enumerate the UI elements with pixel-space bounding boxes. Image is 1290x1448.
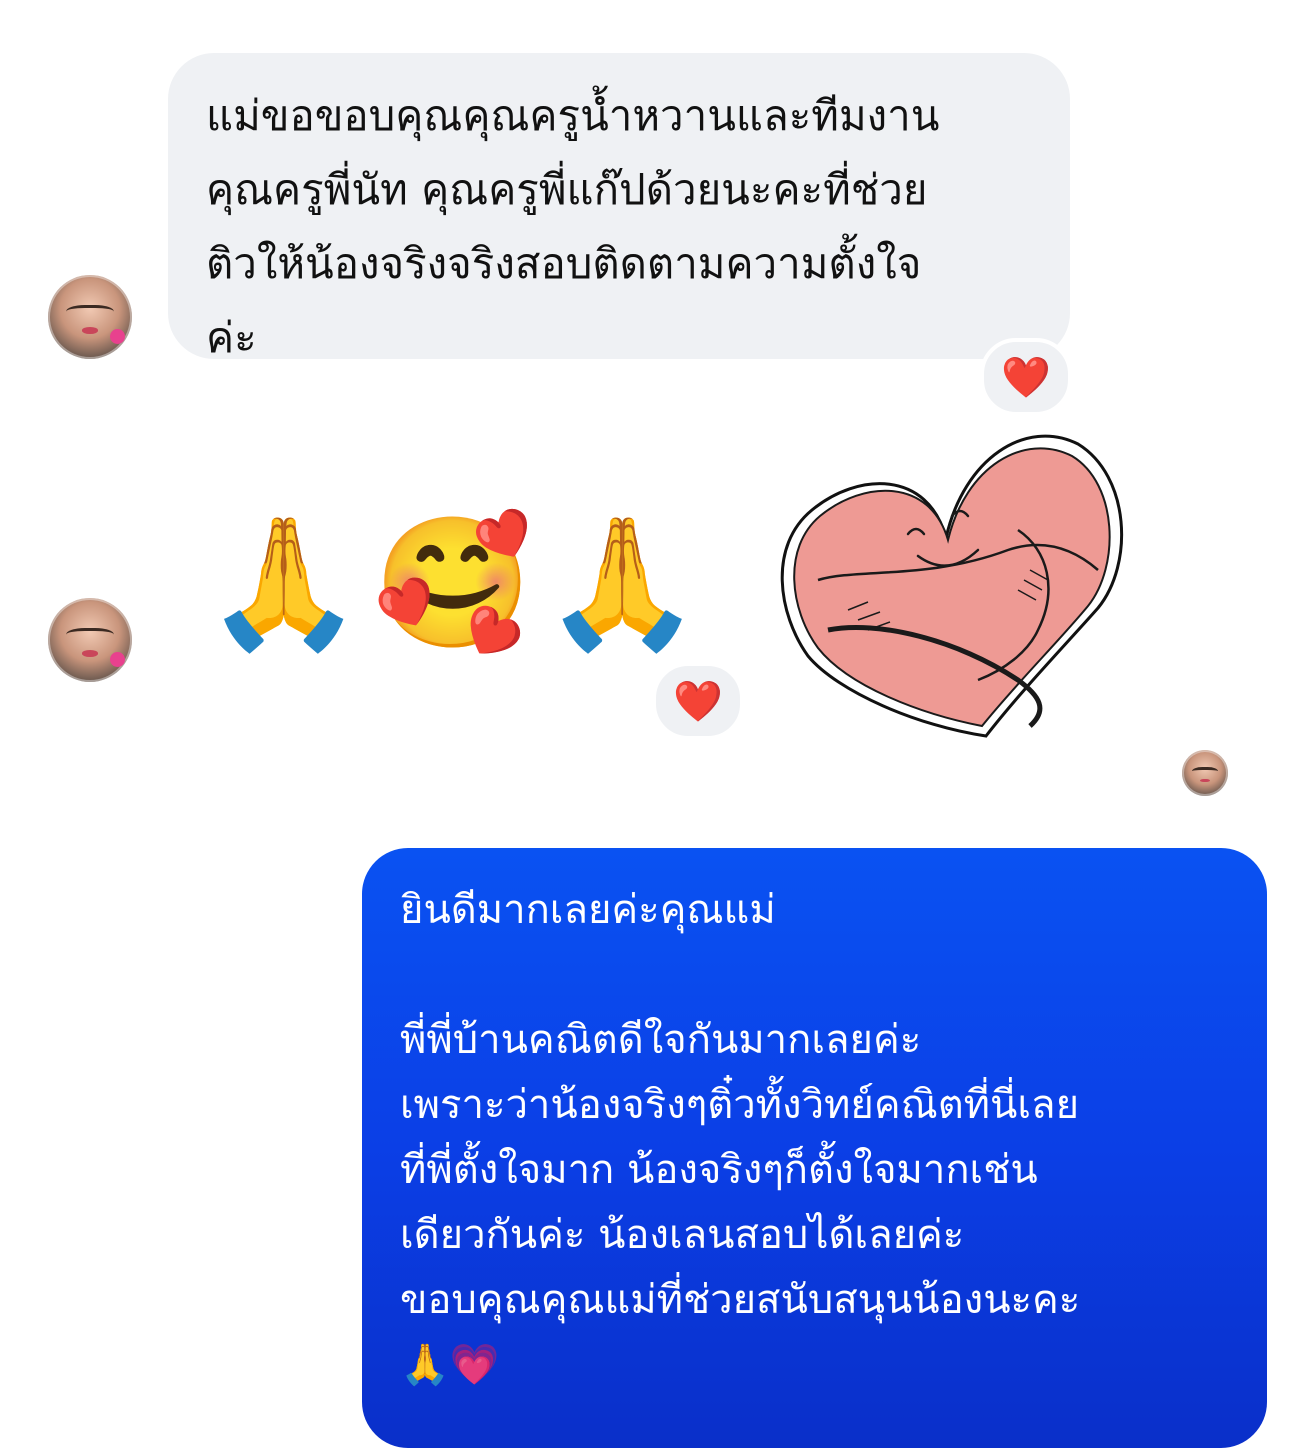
sender-avatar[interactable] [48,598,132,682]
avatar-mouth [81,650,99,657]
heart-reaction-1[interactable]: ❤️ [980,338,1072,416]
outgoing-message-bubble[interactable]: ยินดีมากเลยค่ะคุณแม่ พี่พี่บ้านคณิตดีใจก… [362,848,1267,1448]
smiling-face-with-hearts-emoji: 🥰 [373,509,533,658]
sender-avatar[interactable] [48,275,132,359]
avatar-mouth [1200,778,1210,783]
incoming-message-line: ค่ะ [206,313,257,362]
heart-icon: ❤️ [673,678,723,725]
avatar-badge [110,328,126,344]
outgoing-message-line [400,943,1227,1008]
folded-hands-emoji: 🙏 [204,509,364,658]
emoji-message[interactable]: 🙏 🥰 🙏 [204,478,702,648]
folded-hands-emoji: 🙏 [542,509,703,658]
avatar-glasses [1192,766,1218,777]
heart-reaction-2[interactable]: ❤️ [652,662,744,740]
avatar-badge [110,651,126,667]
outgoing-message-line: ยินดีมากเลยค่ะคุณแม่ [400,887,776,933]
avatar-glasses [66,628,114,644]
incoming-message-bubble[interactable]: แม่ขอขอบคุณคุณครูน้ำหวานและทีมงาน คุณครู… [168,53,1070,362]
incoming-message-line: คุณครูพี่นัท คุณครูพี่แก๊ปด้วยนะคะที่ช่ว… [206,165,928,214]
incoming-message-line: ติวให้น้องจริงจริงสอบติดตามความตั้งใจ [206,239,922,288]
outgoing-message-line: ที่พี่ตั้งใจมาก น้องจริงๆก็ตั้งใจมากเช่น [400,1147,1038,1193]
avatar-glasses [66,305,114,321]
outgoing-message-line: 🙏💗 [400,1342,500,1388]
outgoing-message-line: เดียวกันค่ะ น้องเลนสอบได้เลยค่ะ [400,1212,965,1258]
outgoing-message-line: เพราะว่าน้องจริงๆติ๋วทั้งวิทย์คณิตที่นี่… [400,1082,1080,1128]
read-receipt-avatar [1182,750,1228,796]
outgoing-message-line: ขอบคุณคุณแม่ที่ช่วยสนับสนุนน้องนะคะ [400,1277,1081,1323]
outgoing-message-line: พี่พี่บ้านคณิตดีใจกันมากเลยค่ะ [400,1017,922,1063]
hugging-heart-sticker[interactable] [768,430,1138,742]
avatar-mouth [81,327,99,334]
heart-icon: ❤️ [1001,354,1051,401]
incoming-message-line: แม่ขอขอบคุณคุณครูน้ำหวานและทีมงาน [206,91,940,140]
